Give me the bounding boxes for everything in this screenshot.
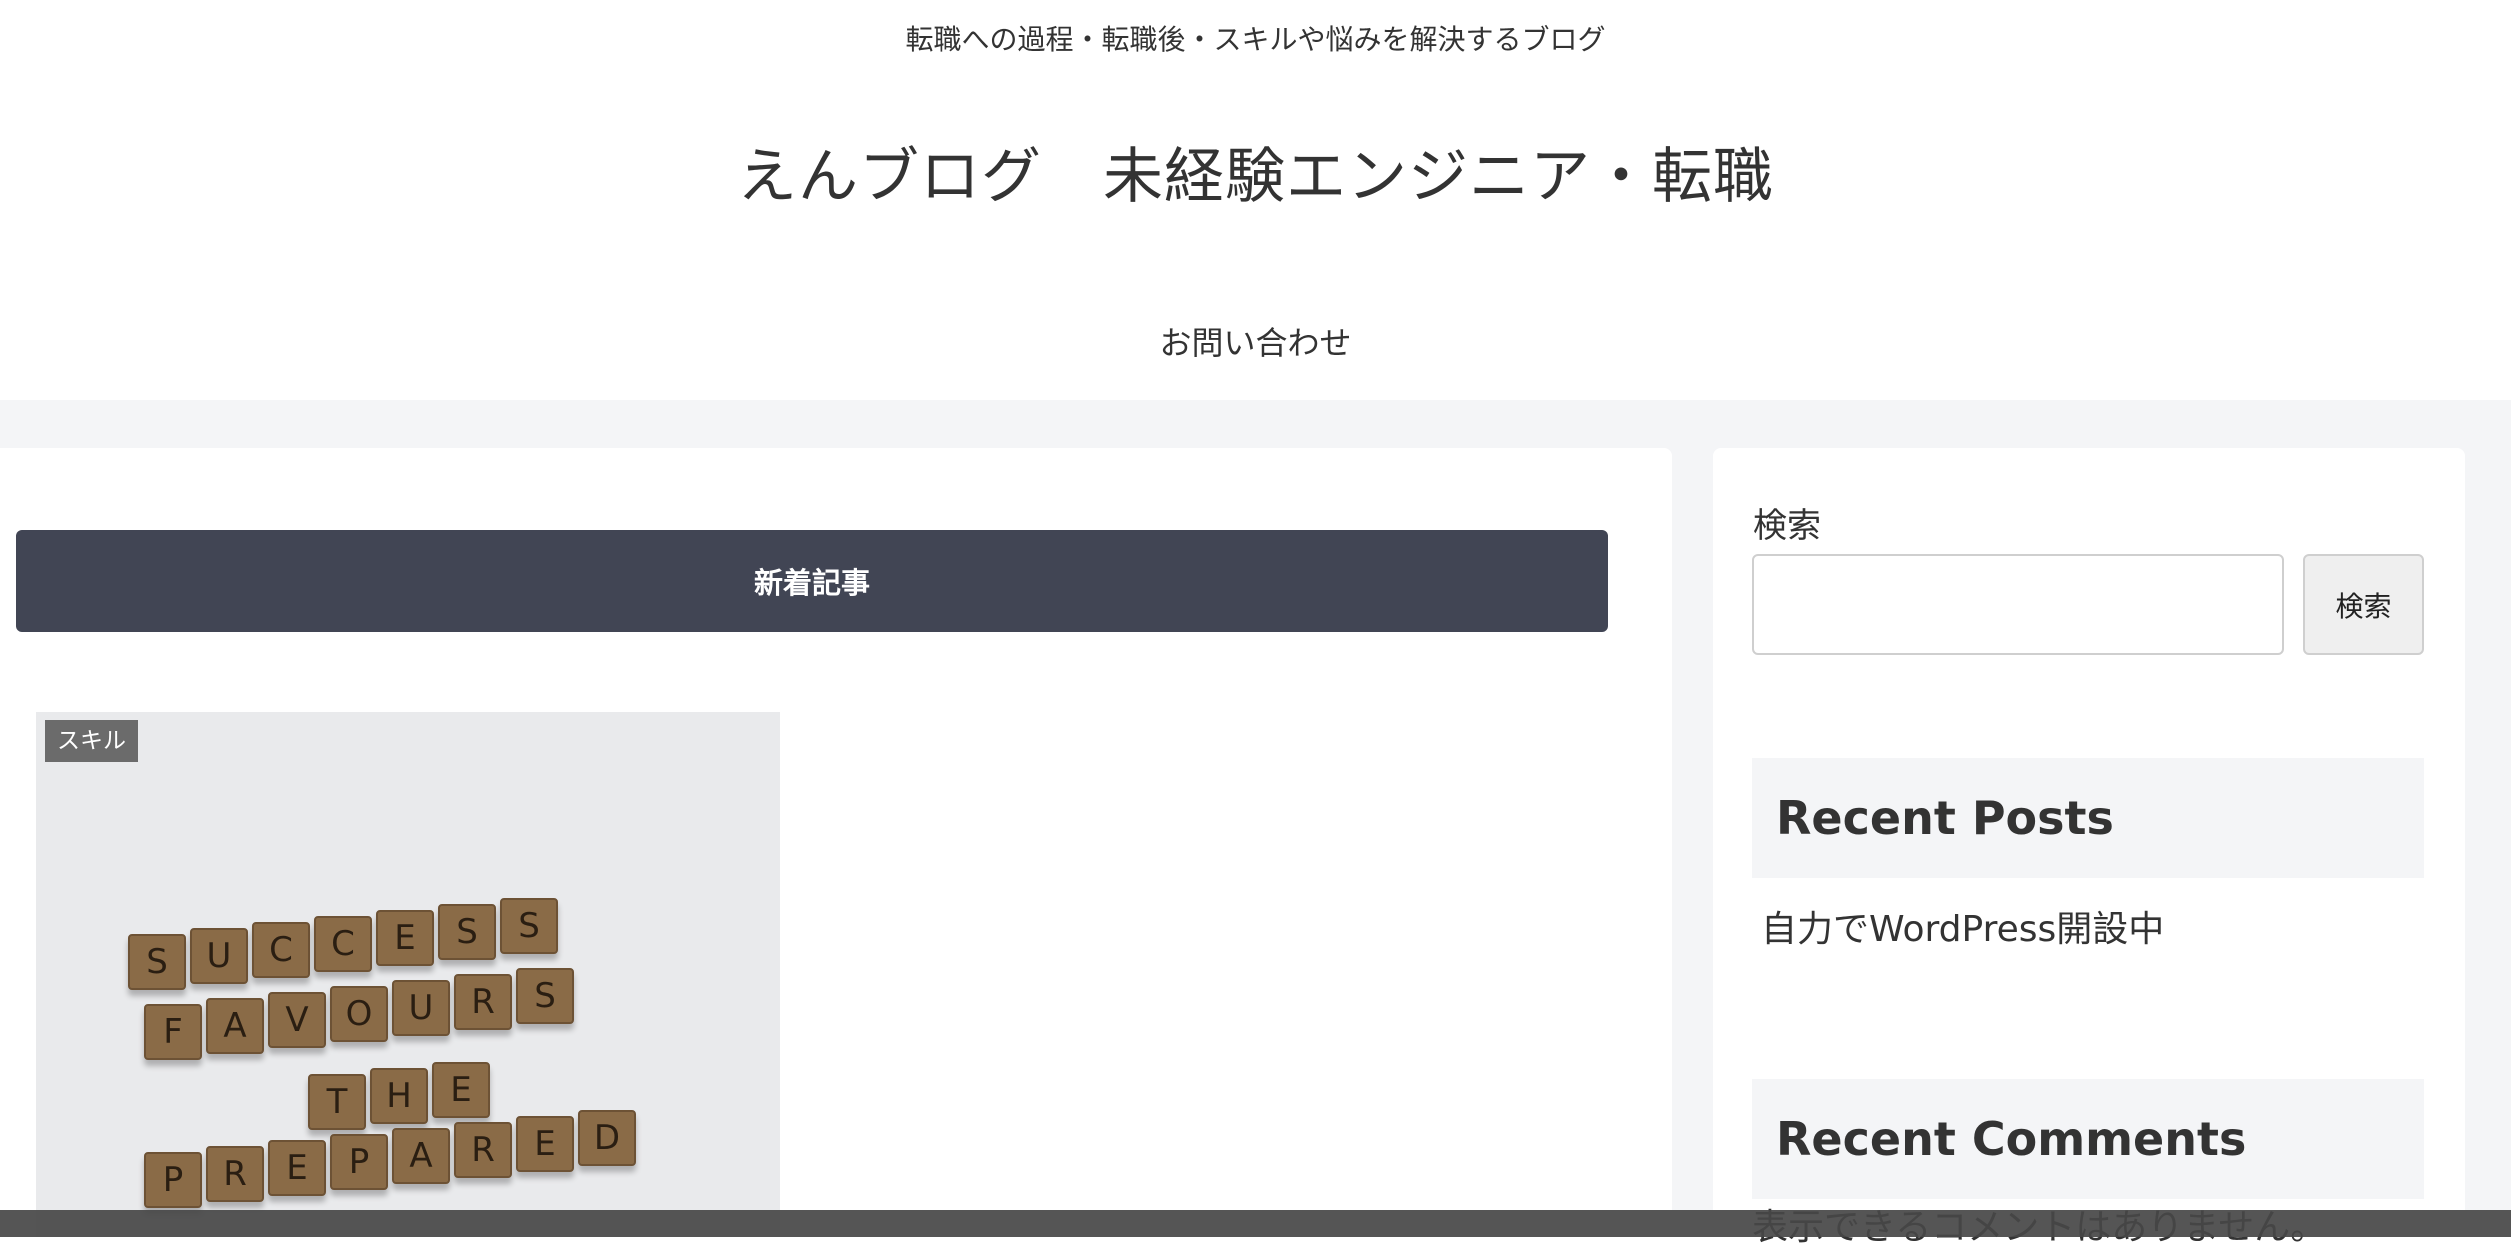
- letter-tile: E: [432, 1062, 490, 1118]
- search-label: 検索: [1753, 506, 1821, 546]
- letter-tile: A: [392, 1128, 450, 1184]
- letter-tile: U: [392, 980, 450, 1036]
- category-label[interactable]: スキル: [45, 720, 138, 762]
- post-card[interactable]: SUCCESSFAVOURSTHEPREPARED スキル: [36, 712, 780, 1237]
- recent-post-link[interactable]: 自力でWordPress開設中: [1761, 900, 2164, 952]
- site-tagline: 転職への過程・転職後・スキルや悩みを解決するブログ: [905, 23, 1606, 56]
- new-posts-heading: 新着記事: [16, 530, 1608, 632]
- letter-tile: O: [330, 986, 388, 1042]
- letter-tile: A: [206, 998, 264, 1054]
- letter-tile: S: [128, 934, 186, 990]
- letter-tile: R: [454, 1122, 512, 1178]
- letter-tile: E: [268, 1140, 326, 1196]
- letter-tile: S: [516, 968, 574, 1024]
- letter-tile: F: [144, 1004, 202, 1060]
- letter-tile: V: [268, 992, 326, 1048]
- letter-tile: E: [376, 910, 434, 966]
- letter-tile: R: [206, 1146, 264, 1202]
- recent-comments-title: Recent Comments: [1752, 1079, 2424, 1200]
- letter-tile: C: [314, 916, 372, 972]
- nav-item-contact[interactable]: お問い合わせ: [1159, 324, 1351, 362]
- main-nav: お問い合わせ: [0, 318, 2511, 364]
- post-thumbnail[interactable]: SUCCESSFAVOURSTHEPREPARED: [36, 712, 780, 1237]
- letter-tile: H: [370, 1068, 428, 1124]
- letter-tile: S: [500, 898, 558, 954]
- letter-tile: T: [308, 1074, 366, 1130]
- letter-tile: E: [516, 1116, 574, 1172]
- recent-posts-title: Recent Posts: [1752, 758, 2424, 879]
- site-title[interactable]: えんブログ 未経験エンジニア・転職: [0, 128, 2511, 215]
- letter-tile: P: [330, 1134, 388, 1190]
- letter-tile: P: [144, 1152, 202, 1208]
- letter-tile: S: [438, 904, 496, 960]
- letter-tile: U: [190, 928, 248, 984]
- site-header: 転職への過程・転職後・スキルや悩みを解決するブログ えんブログ 未経験エンジニア…: [0, 0, 2511, 400]
- search-button[interactable]: 検索: [2303, 554, 2424, 655]
- letter-tile: R: [454, 974, 512, 1030]
- search-input[interactable]: [1752, 554, 2284, 655]
- letter-tile: D: [578, 1110, 636, 1166]
- letter-tile: C: [252, 922, 310, 978]
- bottom-overlay-bar: [0, 1210, 2511, 1237]
